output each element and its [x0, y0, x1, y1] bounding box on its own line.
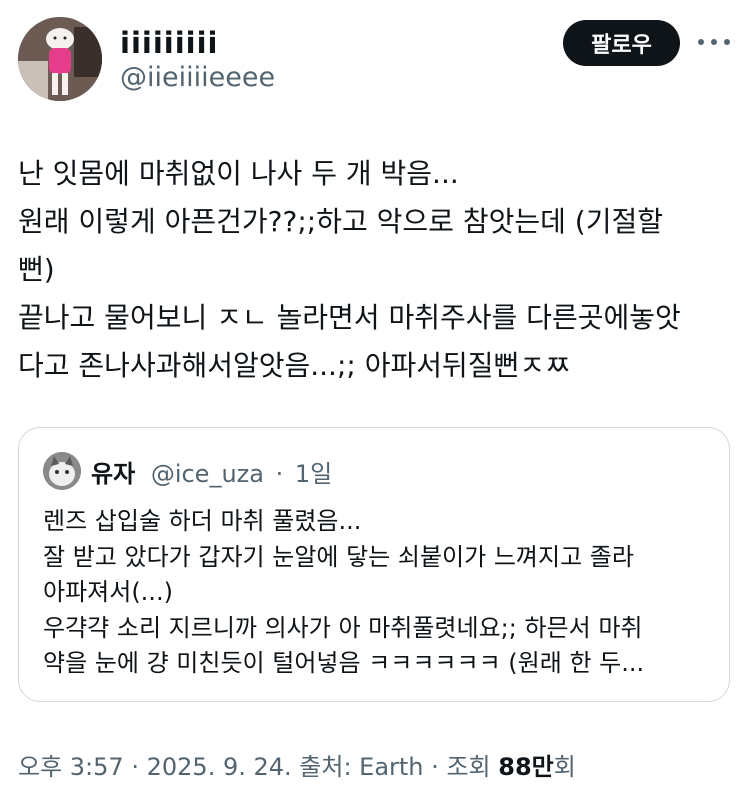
- tweet-time[interactable]: 오후 3:57: [18, 753, 124, 781]
- more-horizontal-icon[interactable]: [698, 30, 730, 54]
- quote-header: 유자 @ice_uza · 1일: [91, 454, 332, 489]
- more-dot: [711, 39, 717, 45]
- meta-separator: ·: [431, 753, 439, 781]
- tweet-date[interactable]: 2025. 9. 24.: [147, 753, 292, 781]
- quote-handle[interactable]: @ice_uza: [151, 460, 264, 488]
- quote-timestamp[interactable]: 1일: [295, 460, 332, 488]
- tweet-line: 난 잇몸에 마취없이 나사 두 개 박음...: [18, 157, 459, 190]
- quote-display-name[interactable]: 유자: [91, 460, 135, 488]
- tweet-line: 다고 존나사과해서알앗음...;; 아파서뒤질뻔ㅈㅉ: [18, 349, 571, 382]
- tweet-text: 난 잇몸에 마취없이 나사 두 개 박음... 원래 이렇게 아픈건가??;;하…: [18, 150, 733, 390]
- views-count: 88만: [498, 753, 554, 781]
- quote-text: 렌즈 삽입술 하더 마취 풀렸음... 잘 받고 았다가 갑자기 눈알에 닿는 …: [43, 504, 713, 682]
- quote-tweet-card[interactable]: 유자 @ice_uza · 1일 렌즈 삽입술 하더 마취 풀렸음... 잘 받…: [18, 427, 730, 702]
- views-suffix: 회: [553, 753, 576, 781]
- author-avatar[interactable]: [18, 17, 102, 101]
- quote-separator: ·: [275, 460, 284, 488]
- more-dot: [698, 39, 704, 45]
- quote-line: 잘 받고 았다가 갑자기 눈알에 닿는 쇠붙이가 느껴지고 졸라: [43, 542, 634, 571]
- tweet-meta: 오후 3:57 · 2025. 9. 24. 출처: Earth · 조회 88…: [18, 747, 576, 782]
- more-dot: [724, 39, 730, 45]
- tweet-source: 출처: Earth: [299, 753, 424, 781]
- quote-line: 렌즈 삽입술 하더 마취 풀렸음...: [43, 507, 362, 535]
- author-handle[interactable]: @iieiiiieeee: [120, 62, 275, 93]
- quote-line: 아파져서(...): [43, 578, 173, 606]
- quote-line: 약을 눈에 걍 미친듯이 털어넣음 ㅋㅋㅋㅋㅋㅋ (원래 한 두...: [43, 649, 645, 677]
- quote-line: 우갹갹 소리 지르니까 의사가 아 마취풀렷네요;; 하믄서 마취: [43, 613, 643, 642]
- avatar-image: [18, 17, 102, 101]
- author-display-name[interactable]: iiiiiiiii: [120, 26, 218, 60]
- tweet-line: 끝나고 물어보니 ㅈㄴ 놀라면서 마취주사를 다른곳에놓앗: [18, 301, 681, 334]
- views-label: 조회: [446, 753, 491, 781]
- quote-avatar-image: [43, 452, 81, 490]
- tweet-line: 원래 이렇게 아픈건가??;;하고 악으로 참앗는데 (기절할: [18, 205, 663, 238]
- follow-button[interactable]: 팔로우: [563, 20, 680, 66]
- quote-author-avatar[interactable]: [43, 452, 81, 490]
- tweet-line: 뻔): [18, 253, 55, 286]
- meta-separator: ·: [131, 753, 139, 781]
